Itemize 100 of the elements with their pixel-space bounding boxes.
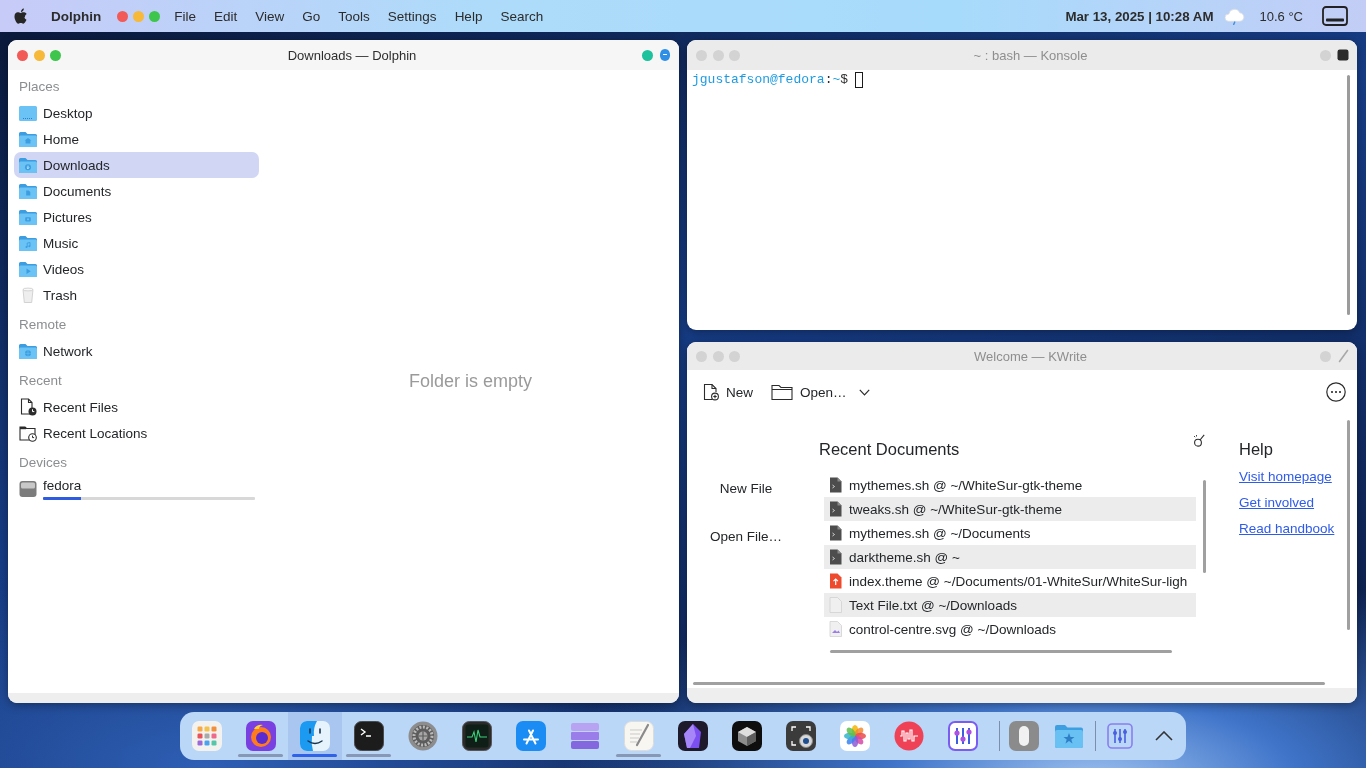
new-file-icon	[703, 383, 719, 401]
window-title: Welcome — KWrite	[973, 348, 1087, 364]
zoom-button[interactable]	[50, 49, 61, 61]
sidebar-item[interactable]: Recent Files	[14, 394, 259, 420]
stacked-layers-icon	[570, 721, 600, 751]
dot-button[interactable]	[1320, 350, 1331, 362]
recent-document[interactable]: Text File.txt @ ~/Downloads	[824, 593, 1196, 617]
image-file-icon	[829, 621, 842, 637]
recent-document[interactable]: tweaks.sh @ ~/WhiteSur-gtk-theme	[824, 497, 1196, 521]
scrollbar[interactable]	[1203, 480, 1206, 573]
mouse-icon	[1009, 721, 1039, 751]
sidebar-item[interactable]: Network	[14, 338, 259, 364]
theme-file-icon	[829, 573, 842, 589]
sidebar-item[interactable]: Home	[14, 126, 259, 152]
zoom-button[interactable]	[149, 10, 161, 22]
sidebar-item[interactable]: Downloads	[14, 152, 259, 178]
window-title: Downloads — Dolphin	[286, 47, 417, 63]
fox-globe-icon	[246, 721, 276, 751]
sliders-icon	[1105, 721, 1135, 751]
crystal-icon	[678, 721, 708, 751]
more-icon[interactable]	[1326, 382, 1346, 402]
menu-item[interactable]: Edit	[214, 8, 238, 24]
app-menu[interactable]: Dolphin	[51, 8, 102, 24]
recent-document[interactable]: darktheme.sh @ ~	[824, 545, 1196, 569]
video-folder-icon	[18, 260, 38, 278]
apple-icon[interactable]	[14, 8, 28, 24]
sidebar-item[interactable]: fedora	[14, 476, 259, 502]
scrollbar[interactable]	[1347, 420, 1350, 630]
recent-document[interactable]: control-centre.svg @ ~/Downloads	[824, 617, 1196, 641]
script-file-icon	[829, 525, 842, 541]
download-folder-icon	[18, 156, 38, 174]
dot-button[interactable]	[642, 49, 653, 61]
empty-folder-message: Folder is empty	[408, 371, 532, 392]
help-link[interactable]: Get involved	[1239, 490, 1315, 516]
recent-file-icon	[18, 398, 38, 416]
text-cursor	[855, 72, 864, 88]
scrollbar[interactable]	[830, 650, 1172, 653]
picture-folder-icon	[18, 208, 38, 226]
mixer-icon	[948, 721, 978, 751]
letter-a-icon	[516, 721, 546, 751]
text-file-icon	[829, 597, 842, 613]
chevron-down-icon[interactable]	[858, 388, 870, 396]
terminal-icon	[354, 721, 384, 751]
network-folder-icon	[18, 342, 38, 360]
sidebar-item[interactable]: Trash	[14, 282, 259, 308]
app-grid-icon	[192, 721, 222, 751]
section-heading: Recent	[18, 372, 63, 390]
menu-item[interactable]: Tools	[338, 8, 370, 24]
smiling-face-icon	[300, 721, 330, 751]
gear-icon	[408, 721, 438, 751]
menu-item[interactable]: Settings	[387, 8, 437, 24]
scrollbar[interactable]	[1347, 75, 1350, 315]
toolbar-button[interactable]: New	[697, 379, 759, 405]
recent-location-icon	[18, 424, 38, 442]
desktop-icon	[18, 104, 38, 122]
recent-document[interactable]: index.theme @ ~/Documents/01-WhiteSur/WhiteSur-ligh	[824, 569, 1196, 593]
sidebar-item[interactable]: Recent Locations	[14, 420, 259, 446]
recent-document[interactable]: mythemes.sh @ ~/Documents	[824, 521, 1196, 545]
notepad-icon	[624, 721, 654, 751]
action-button[interactable]: New File	[713, 476, 779, 500]
sidebar-item[interactable]: Desktop	[14, 100, 259, 126]
cloud-icon	[1224, 7, 1246, 25]
menu-item[interactable]: Help	[454, 8, 483, 24]
section-heading: Help	[1239, 439, 1273, 460]
script-file-icon	[829, 549, 842, 565]
sidebar-item[interactable]: Documents	[14, 178, 259, 204]
recent-document[interactable]: mythemes.sh @ ~/WhiteSur-gtk-theme	[824, 473, 1196, 497]
sound-wave-icon	[894, 721, 924, 751]
folder-icon	[771, 383, 793, 401]
date-time[interactable]: Mar 13, 2025 | 10:28 AM	[1065, 8, 1214, 24]
menu-item[interactable]: Go	[302, 8, 321, 24]
minimize-button[interactable]	[33, 49, 45, 61]
menu-item[interactable]: File	[174, 8, 196, 24]
pen-icon	[1337, 349, 1349, 363]
music-folder-icon	[18, 234, 38, 252]
help-link[interactable]: Visit homepage	[1239, 464, 1332, 490]
section-heading: Places	[18, 78, 61, 96]
sidebar-item[interactable]: Music	[14, 230, 259, 256]
temperature: 10.6 °C	[1259, 8, 1303, 24]
menu-item[interactable]: View	[255, 8, 285, 24]
sidebar-item[interactable]: Videos	[14, 256, 259, 282]
menu-item[interactable]: Search	[500, 8, 544, 24]
dot-button[interactable]	[1320, 49, 1331, 61]
close-button[interactable]	[17, 49, 28, 61]
drive-icon	[18, 480, 38, 498]
window-title: ~ : bash — Konsole	[972, 47, 1088, 63]
toolbar-button[interactable]: Open…	[765, 379, 853, 405]
sidebar-item[interactable]: Pictures	[14, 204, 259, 230]
app-icon	[659, 48, 671, 62]
display-icon[interactable]	[1322, 6, 1348, 26]
home-folder-icon	[18, 130, 38, 148]
terminal-prompt: jgustafson@fedora:~$	[692, 71, 849, 89]
scrollbar[interactable]	[693, 682, 1325, 685]
brush-icon[interactable]	[1193, 434, 1205, 447]
action-button[interactable]: Open File…	[704, 524, 788, 548]
caret-up-icon	[1155, 731, 1173, 741]
close-button[interactable]	[117, 10, 129, 22]
cube-icon	[732, 721, 762, 751]
help-link[interactable]: Read handbook	[1239, 516, 1335, 542]
script-file-icon	[829, 501, 842, 517]
